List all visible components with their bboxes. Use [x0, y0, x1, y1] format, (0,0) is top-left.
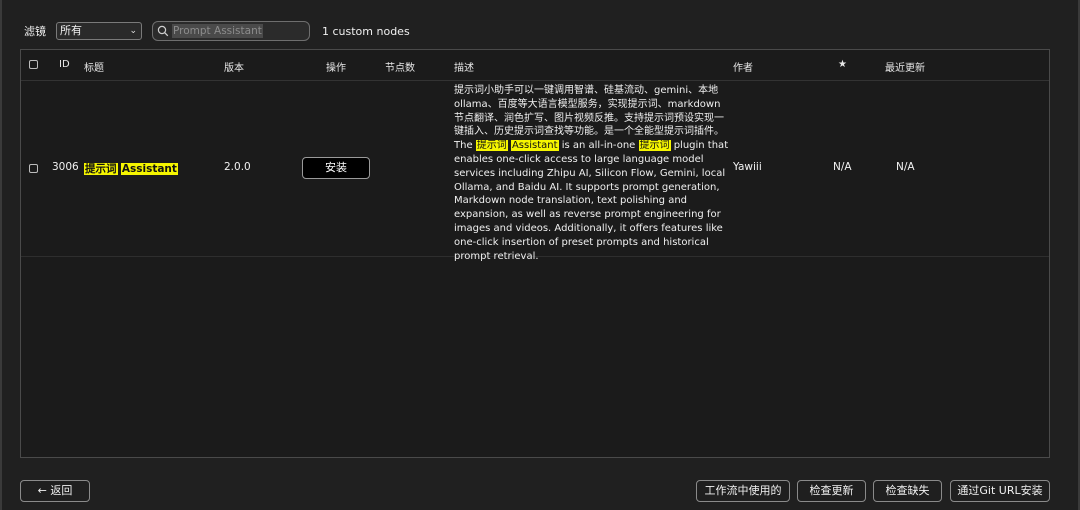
row-updated: N/A — [896, 161, 915, 173]
title-highlight: Assistant — [120, 163, 178, 175]
desc-highlight: Assistant — [510, 140, 559, 152]
row-id: 3006 — [52, 161, 79, 173]
row-checkbox[interactable] — [29, 164, 38, 173]
header-version[interactable]: 版本 — [224, 59, 244, 74]
header-node-count[interactable]: 节点数 — [385, 59, 415, 74]
in-workflow-button[interactable]: 工作流中使用的 — [696, 480, 790, 502]
desc-highlight: 提示词 — [638, 140, 671, 152]
back-button-label: 返回 — [50, 484, 73, 497]
header-description: 描述 — [454, 63, 474, 74]
arrow-left-icon: ← — [37, 484, 47, 497]
title-highlight: 提示词 — [84, 163, 118, 175]
row-title[interactable]: 提示词 Assistant — [84, 161, 178, 176]
check-missing-button[interactable]: 检查缺失 — [873, 480, 942, 502]
header-title[interactable]: 标题 — [84, 59, 104, 74]
desc-highlight: 提示词 — [475, 140, 508, 152]
search-icon — [157, 25, 169, 37]
check-update-button[interactable]: 检查更新 — [797, 480, 866, 502]
table-row: 3006 提示词 Assistant 2.0.0 安装 提示词小助手可以一键调用… — [21, 81, 1049, 262]
install-button[interactable]: 安装 — [302, 157, 370, 179]
row-stars: N/A — [833, 161, 852, 173]
filter-label: 滤镜 — [24, 25, 46, 38]
header-author[interactable]: 作者 — [733, 59, 753, 74]
back-button[interactable]: ← 返回 — [20, 480, 90, 502]
select-all-checkbox[interactable] — [29, 60, 38, 69]
filter-select[interactable]: 所有 ⌄ — [56, 22, 142, 40]
window-left-edge — [0, 0, 2, 510]
nodes-table: ID 标题 版本 操作 节点数 描述 作者 ★ 最近更新 3006 提示词 As… — [20, 49, 1050, 458]
filter-select-value: 所有 — [60, 24, 82, 37]
header-action: 操作 — [326, 63, 346, 74]
header-id[interactable]: ID — [59, 59, 70, 70]
desc-text: is an all-in-one — [558, 140, 639, 152]
row-version[interactable]: 2.0.0 — [224, 161, 251, 173]
search-input[interactable]: Prompt Assistant — [152, 21, 310, 41]
install-via-git-url-button[interactable]: 通过Git URL安装 — [950, 480, 1050, 502]
filter-bar: 滤镜 所有 ⌄ Prompt Assistant 1 custom nodes — [24, 20, 410, 42]
row-description: 提示词小助手可以一键调用智谱、硅基流动、gemini、本地ollama、百度等大… — [454, 84, 730, 263]
custom-nodes-manager-window: 滤镜 所有 ⌄ Prompt Assistant 1 custom nodes … — [0, 0, 1080, 510]
desc-text: plugin that enables one-click access to … — [454, 140, 729, 262]
table-header: ID 标题 版本 操作 节点数 描述 作者 ★ 最近更新 — [21, 50, 1049, 81]
result-count: 1 custom nodes — [322, 24, 410, 38]
search-input-value: Prompt Assistant — [172, 24, 263, 38]
row-author[interactable]: Yawiii — [733, 161, 762, 173]
header-stars[interactable]: ★ — [838, 59, 847, 70]
header-updated[interactable]: 最近更新 — [885, 59, 925, 74]
chevron-down-icon: ⌄ — [129, 26, 137, 36]
